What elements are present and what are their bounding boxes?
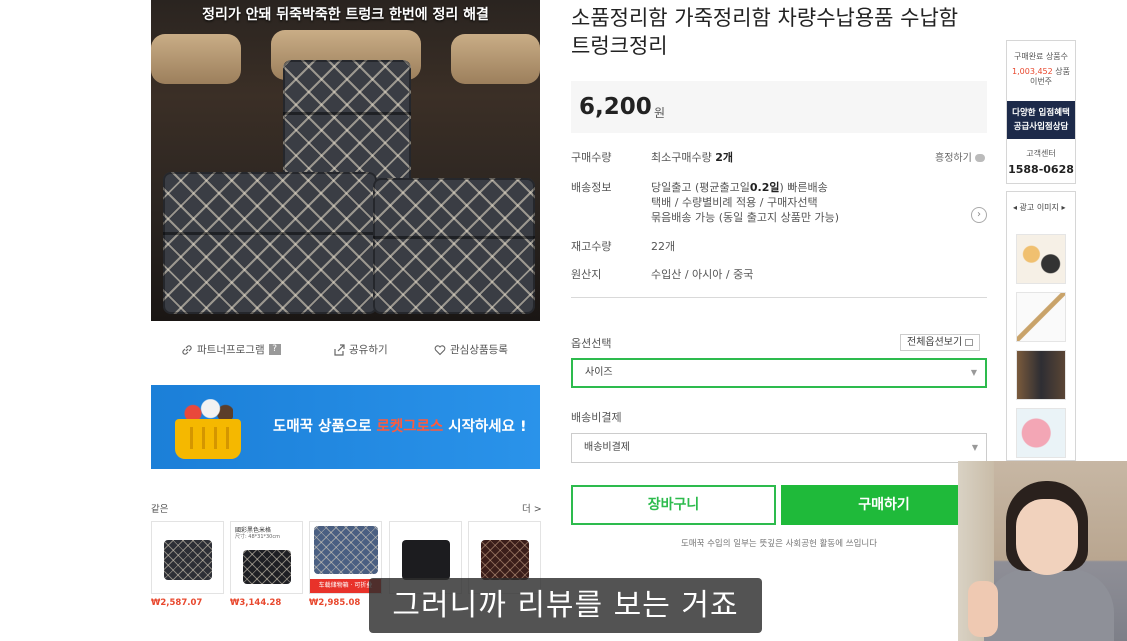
chat-bubble-icon [975, 154, 985, 162]
similar-item-thumb[interactable] [151, 521, 224, 594]
donation-note: 도매꾹 수입의 일부는 뜻깊은 사회공헌 활동에 쓰입니다 [680, 539, 878, 549]
wishlist-button[interactable]: 관심상품등록 [434, 342, 508, 357]
option-label: 옵션선택 [571, 337, 612, 350]
share-icon [333, 343, 345, 356]
ad-item-thumb[interactable] [1016, 350, 1066, 400]
shipping-line-3: 묶음배송 가능 (동일 출고지 상품만 가능) [651, 211, 839, 224]
help-icon[interactable]: ? [268, 344, 281, 355]
shipping-line-1c: ) 빠른배송 [779, 181, 828, 194]
link-icon [181, 344, 193, 356]
ad-item-thumb[interactable] [1016, 408, 1066, 458]
similar-item-price: ₩2,985.08 [309, 598, 361, 608]
add-to-cart-button[interactable]: 장바구니 [571, 485, 776, 525]
banner-text-highlight: 로켓그로스 [376, 419, 444, 435]
sidebar-stats-box: 구매완료 상품수 1,003,452 상품 이번주 다양한 입점혜택 공급사입점… [1006, 40, 1076, 184]
min-qty-number: 2개 [715, 151, 733, 164]
shipping-pay-select[interactable]: 배송비결제 ▼ [571, 433, 987, 463]
price-unit: 원 [654, 106, 666, 120]
inquiry-link[interactable]: 흥정하기 [935, 149, 985, 164]
purchase-title: 구매완료 상품수 [1013, 52, 1069, 61]
min-qty-label: 구매수량 [571, 151, 612, 164]
ad-item-thumb[interactable] [1016, 292, 1066, 342]
supplier-line-2: 공급사입점상담 [1013, 122, 1069, 132]
shipping-line-1a: 당일출고 (평균출고일 [651, 181, 750, 194]
inquiry-label: 흥정하기 [935, 153, 972, 164]
basket-icon [175, 419, 241, 459]
price-box: 6,200 원 [571, 81, 987, 133]
shipping-label: 배송정보 [571, 181, 612, 194]
divider [571, 297, 987, 298]
ad-item-thumb[interactable] [1016, 234, 1066, 284]
similar-item-price: ₩3,144.28 [230, 598, 282, 608]
shipping-line-1: 당일출고 (평균출고일0.2일) 빠른배송 [651, 179, 828, 195]
heart-icon [434, 344, 446, 356]
ad-label[interactable]: ◂ 광고 이미지 ▸ [1013, 202, 1065, 213]
supplier-consult-banner[interactable]: 다양한 입점혜택 공급사입점상담 [1007, 101, 1075, 139]
buy-now-button[interactable]: 구매하기 [781, 485, 987, 525]
similar-item-price: ₩2,587.07 [151, 598, 203, 608]
similar-item-thumb[interactable]: 國彩黑色米格 尺寸: 48*31*30cm [230, 521, 303, 594]
thumb-sublabel: 尺寸: 48*31*30cm [235, 534, 280, 540]
size-select-value: 사이즈 [585, 367, 613, 378]
product-title: 소품정리함 가죽정리함 차량수납용품 수납함 트렁크정리 [571, 6, 959, 58]
caret-down-icon: ▼ [971, 443, 978, 452]
product-main-image: 정리가 안돼 뒤죽박죽한 트렁크 한번에 정리 해결 [151, 0, 540, 321]
image-caption: 정리가 안돼 뒤죽박죽한 트렁크 한번에 정리 해결 [202, 7, 489, 23]
banner-text-a: 도매꾹 상품으로 [273, 419, 377, 435]
rocket-growth-banner[interactable]: 도매꾹 상품으로 로켓그로스 시작하세요 ! [151, 385, 540, 469]
origin-label: 원산지 [571, 268, 602, 281]
stock-label: 재고수량 [571, 240, 612, 253]
min-qty-value: 최소구매수량 2개 [651, 149, 733, 165]
similar-more-link[interactable]: 더 > [522, 501, 542, 515]
purchase-count-value: 1,003,452 [1012, 67, 1053, 76]
supplier-line-1: 다양한 입점혜택 [1012, 108, 1070, 118]
similar-items-title: 같은 [151, 504, 169, 515]
shipping-days: 0.2일 [749, 181, 780, 194]
shipping-pay-select-value: 배송비결제 [584, 442, 630, 453]
video-subtitle: 그러니까 리뷰를 보는 거죠 [369, 578, 762, 633]
purchase-unit: 상품 [1055, 67, 1070, 76]
size-select[interactable]: 사이즈 ▼ [571, 358, 987, 388]
shipping-line-2: 택배 / 수량별비례 적용 / 구매자선택 [651, 196, 818, 209]
partner-program-link[interactable]: 파트너프로그램 ? [181, 342, 281, 357]
share-button[interactable]: 공유하기 [333, 342, 388, 357]
cs-phone: 1588-0628 [1008, 163, 1074, 176]
webcam-overlay [958, 461, 1127, 641]
sidebar-ad-box: ◂ 광고 이미지 ▸ [1006, 191, 1076, 461]
purchase-period: 이번주 [1029, 77, 1053, 86]
banner-text-c: 시작하세요 ! [443, 419, 527, 435]
view-all-options-label: 전체옵션보기 [907, 337, 963, 348]
banner-text: 도매꾹 상품으로 로켓그로스 시작하세요 ! [273, 415, 527, 436]
price-value: 6,200 [579, 94, 652, 120]
view-all-options-button[interactable]: 전체옵션보기 [900, 334, 981, 351]
partner-program-label: 파트너프로그램 [197, 344, 265, 356]
chevron-right-icon[interactable]: › [971, 207, 987, 223]
share-label: 공유하기 [349, 344, 388, 356]
caret-down-icon: ▼ [970, 368, 977, 377]
cs-label: 고객센터 [1026, 149, 1056, 158]
origin-value: 수입산 / 아시아 / 중국 [651, 268, 754, 281]
shipping-pay-label: 배송비결제 [571, 411, 622, 424]
wishlist-label: 관심상품등록 [450, 344, 508, 356]
min-qty-prefix: 최소구매수량 [651, 151, 716, 164]
stock-value: 22개 [651, 240, 676, 253]
expand-icon [965, 338, 974, 346]
